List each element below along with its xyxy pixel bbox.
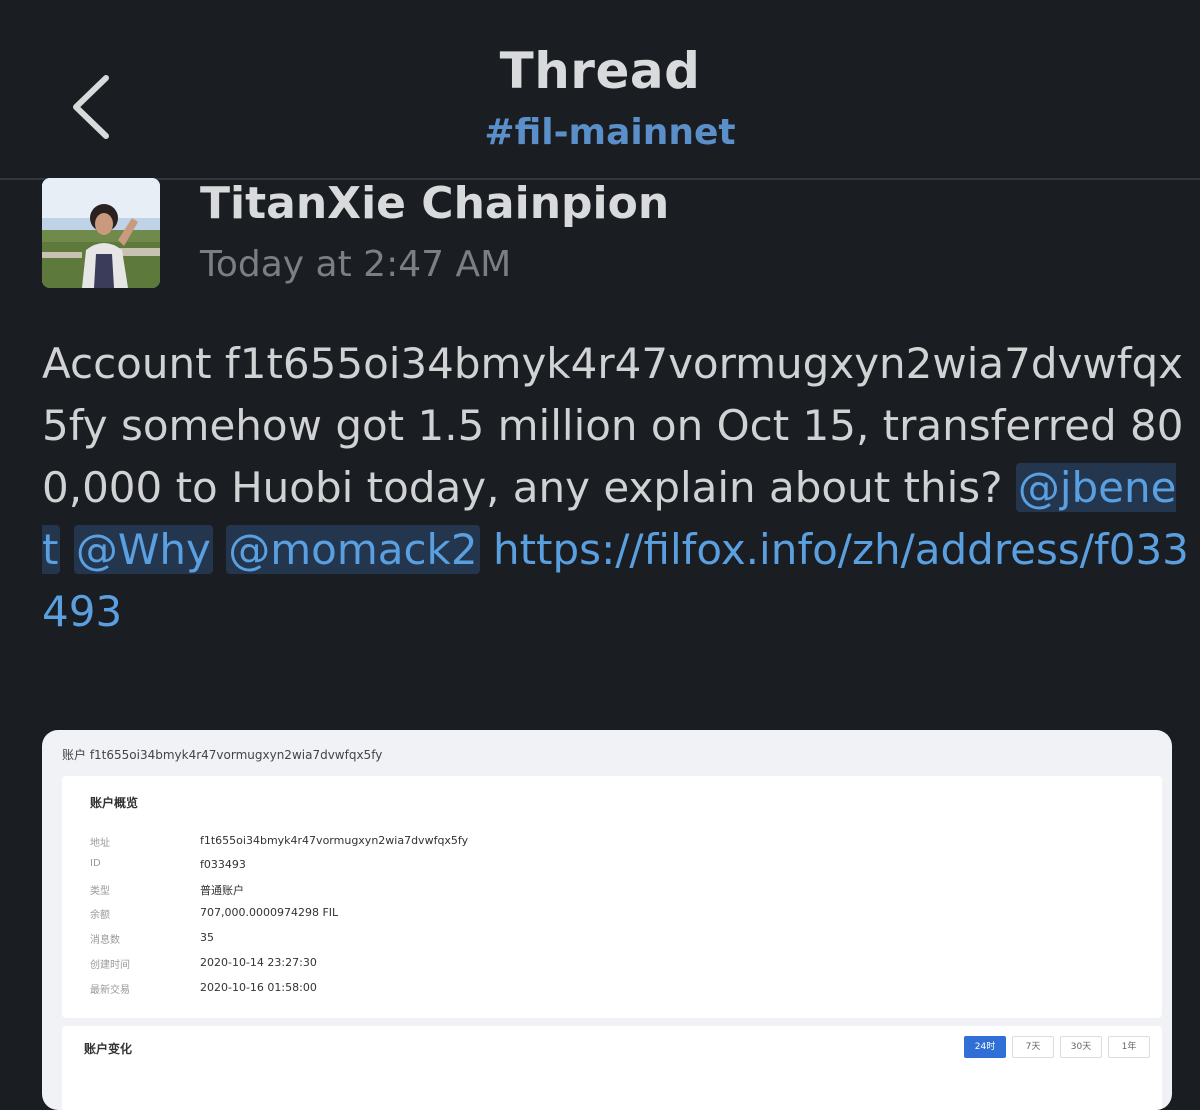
changes-title: 账户变化 [84, 1042, 133, 1056]
account-changes-card: 账户变化 24时 7天 30天 1年 [62, 1026, 1162, 1110]
row-value: 2020-10-14 23:27:30 [200, 956, 317, 969]
message-timestamp[interactable]: Today at 2:47 AM [200, 244, 511, 285]
message-body: Account f1t655oi34bmyk4r47vormugxyn2wia7… [42, 333, 1192, 643]
row-label: 最新交易 [90, 985, 130, 996]
mention-why[interactable]: @Why [73, 525, 213, 574]
account-overview-card: 账户概览 地址 f1t655oi34bmyk4r47vormugxyn2wia7… [62, 776, 1162, 1018]
user-photo [42, 178, 160, 288]
range-7d-button[interactable]: 7天 [1012, 1036, 1054, 1058]
row-value: 2020-10-16 01:58:00 [200, 981, 317, 994]
row-value: 普通账户 [200, 884, 244, 897]
row-label: 地址 [90, 838, 110, 849]
mention-momack2[interactable]: @momack2 [226, 525, 480, 574]
overview-title: 账户概览 [90, 796, 139, 810]
range-selector: 24时 7天 30天 1年 [964, 1036, 1150, 1058]
row-label: ID [90, 858, 101, 869]
row-value: 707,000.0000974298 FIL [200, 906, 339, 919]
row-value: 35 [200, 931, 214, 944]
row-value: f033493 [200, 858, 246, 871]
avatar[interactable] [42, 178, 160, 288]
range-30d-button[interactable]: 30天 [1060, 1036, 1102, 1058]
range-24h-button[interactable]: 24时 [964, 1036, 1006, 1058]
attached-screenshot[interactable]: 账户 f1t655oi34bmyk4r47vormugxyn2wia7dvwfq… [42, 730, 1172, 1110]
message-text: Account f1t655oi34bmyk4r47vormugxyn2wia7… [42, 339, 1184, 512]
filfox-link[interactable]: https://filfox.info/zh/address/f033493 [42, 525, 1189, 636]
range-1y-button[interactable]: 1年 [1108, 1036, 1150, 1058]
row-label: 创建时间 [90, 960, 130, 971]
thread-header: Thread #fil-mainnet [0, 0, 1200, 180]
channel-name[interactable]: #fil-mainnet [0, 112, 1200, 153]
author-name[interactable]: TitanXie Chainpion [200, 178, 669, 229]
account-title: 账户 f1t655oi34bmyk4r47vormugxyn2wia7dvwfq… [62, 748, 383, 762]
row-label: 消息数 [90, 935, 120, 946]
row-value: f1t655oi34bmyk4r47vormugxyn2wia7dvwfqx5f… [200, 834, 469, 847]
row-label: 余额 [90, 910, 110, 921]
row-label: 类型 [90, 886, 110, 897]
page-title: Thread [499, 42, 701, 100]
